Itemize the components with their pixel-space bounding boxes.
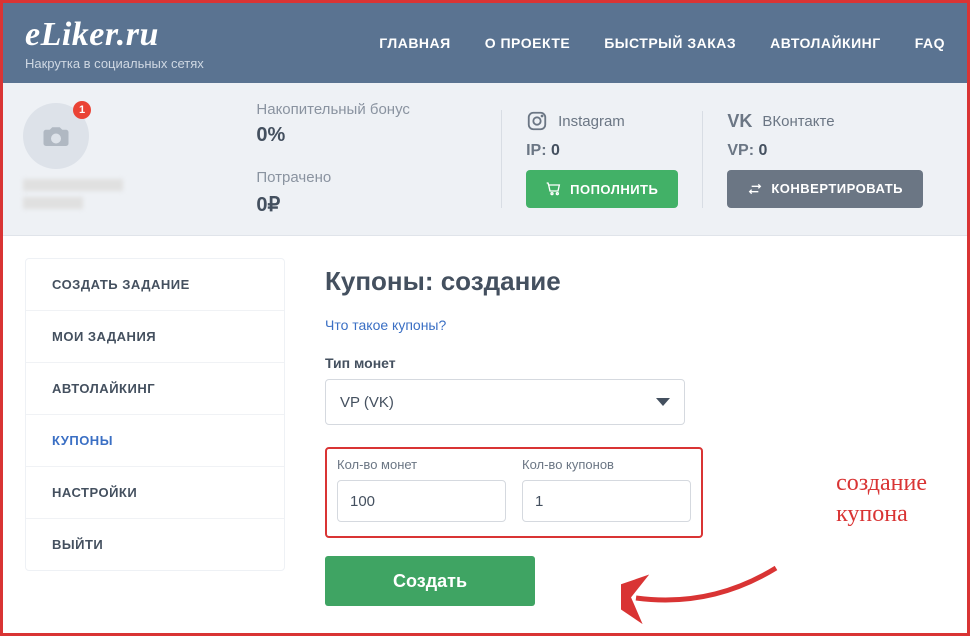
replenish-label: ПОПОЛНИТЬ	[570, 182, 658, 197]
username-placeholder	[23, 179, 143, 215]
header-bar: eLiker.ru Накрутка в социальных сетях ГЛ…	[3, 3, 967, 83]
nav-about[interactable]: О ПРОЕКТЕ	[485, 35, 571, 51]
sidebar-item-settings[interactable]: НАСТРОЙКИ	[26, 467, 284, 519]
annotation-text: создание купона	[836, 468, 927, 530]
main-area: СОЗДАТЬ ЗАДАНИЕ МОИ ЗАДАНИЯ АВТОЛАЙКИНГ …	[3, 236, 967, 628]
coupons-amount-label: Кол-во купонов	[522, 457, 691, 472]
logo-block: eLiker.ru Накрутка в социальных сетях	[25, 16, 204, 71]
stats-bar: 1 Накопительный бонус 0% Потрачено 0₽ In…	[3, 83, 967, 236]
vk-balance: VK ВКонтакте VP: 0 КОНВЕРТИРОВАТЬ	[702, 111, 947, 208]
sidebar-item-create-task[interactable]: СОЗДАТЬ ЗАДАНИЕ	[26, 259, 284, 311]
bonus-label: Накопительный бонус	[256, 101, 471, 118]
instagram-balance: Instagram IP: 0 ПОПОЛНИТЬ	[501, 110, 702, 208]
coins-amount-input[interactable]	[337, 480, 506, 522]
instagram-label: Instagram	[558, 113, 625, 130]
nav-quick-order[interactable]: БЫСТРЫЙ ЗАКАЗ	[604, 35, 736, 51]
spent-label: Потрачено	[256, 169, 471, 186]
coin-type-select[interactable]: VP (VK)	[325, 379, 685, 425]
convert-label: КОНВЕРТИРОВАТЬ	[771, 181, 903, 196]
help-link[interactable]: Что такое купоны?	[325, 317, 446, 333]
vk-label: ВКонтакте	[762, 113, 834, 130]
coin-type-label: Тип монет	[325, 355, 945, 371]
annotation-arrow-icon	[621, 558, 781, 628]
instagram-icon	[526, 110, 548, 132]
nav-autoliking[interactable]: АВТОЛАЙКИНГ	[770, 35, 881, 51]
ip-value: 0	[551, 142, 560, 159]
page-title: Купоны: создание	[325, 266, 945, 297]
vk-icon: VK	[727, 111, 752, 132]
site-logo[interactable]: eLiker.ru	[25, 16, 204, 54]
sidebar-item-my-tasks[interactable]: МОИ ЗАДАНИЯ	[26, 311, 284, 363]
coupons-amount-input[interactable]	[522, 480, 691, 522]
site-tagline: Накрутка в социальных сетях	[25, 56, 204, 71]
notification-badge[interactable]: 1	[73, 101, 91, 119]
bonus-column: Накопительный бонус 0% Потрачено 0₽	[256, 101, 501, 217]
coins-amount-label: Кол-во монет	[337, 457, 506, 472]
spent-value: 0₽	[256, 192, 471, 217]
coupon-inputs-highlight: Кол-во монет Кол-во купонов	[325, 447, 703, 538]
ip-label: IP:	[526, 142, 546, 159]
user-block: 1	[23, 103, 256, 215]
sidebar-item-logout[interactable]: ВЫЙТИ	[26, 519, 284, 570]
camera-icon	[41, 121, 71, 151]
convert-button[interactable]: КОНВЕРТИРОВАТЬ	[727, 170, 923, 208]
chevron-down-icon	[656, 398, 670, 406]
swap-icon	[747, 181, 763, 197]
sidebar-item-autoliking[interactable]: АВТОЛАЙКИНГ	[26, 363, 284, 415]
bonus-value: 0%	[256, 124, 471, 147]
vp-value: 0	[758, 142, 767, 159]
avatar[interactable]: 1	[23, 103, 89, 169]
cart-icon	[546, 181, 562, 197]
nav-faq[interactable]: FAQ	[915, 35, 945, 51]
sidebar: СОЗДАТЬ ЗАДАНИЕ МОИ ЗАДАНИЯ АВТОЛАЙКИНГ …	[25, 258, 285, 571]
nav-home[interactable]: ГЛАВНАЯ	[379, 35, 450, 51]
content-area: Купоны: создание Что такое купоны? Тип м…	[325, 258, 945, 606]
sidebar-item-coupons[interactable]: КУПОНЫ	[26, 415, 284, 467]
create-button[interactable]: Создать	[325, 556, 535, 606]
vp-label: VP:	[727, 142, 754, 159]
replenish-button[interactable]: ПОПОЛНИТЬ	[526, 170, 678, 208]
coin-type-value: VP (VK)	[340, 394, 394, 411]
main-nav: ГЛАВНАЯ О ПРОЕКТЕ БЫСТРЫЙ ЗАКАЗ АВТОЛАЙК…	[379, 35, 945, 51]
